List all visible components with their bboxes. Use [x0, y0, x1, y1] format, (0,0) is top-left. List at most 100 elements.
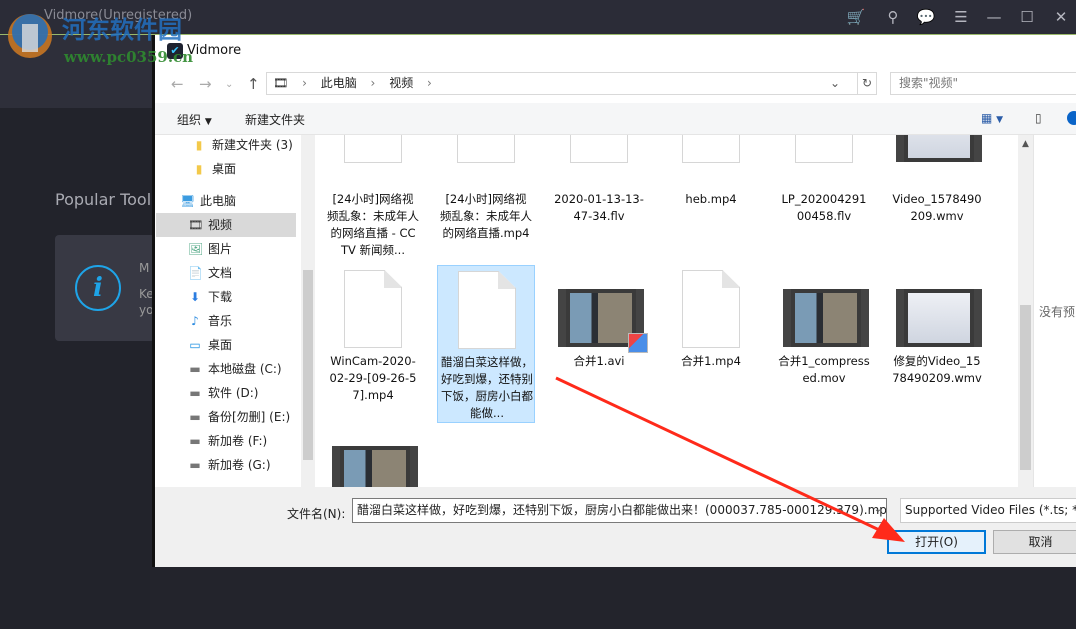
help-icon[interactable] [1067, 111, 1076, 125]
file-name: 合并1_compressed.mov [778, 354, 870, 385]
breadcrumb-separator-icon: › [302, 76, 307, 90]
nav-item[interactable]: ▮ 桌面 [156, 157, 296, 181]
nav-item[interactable]: ▬ 本地磁盘 (C:) [156, 357, 296, 381]
nav-item-label: 文档 [208, 266, 233, 280]
address-dropdown-icon[interactable]: ⌄ [830, 73, 840, 94]
feedback-icon[interactable]: 💬 [916, 8, 936, 26]
nav-scrollbar-thumb[interactable] [303, 270, 313, 460]
organize-label: 组织 [177, 113, 202, 127]
file-item[interactable]: 合并1_compressed.mov [775, 265, 873, 423]
file-name: 2020-01-13-13-47-34.flv [554, 192, 644, 223]
file-item[interactable]: [24小时]网络视频乱象：未成年人的网络直播.mp4 [437, 135, 535, 261]
up-icon[interactable]: ↑ [247, 75, 260, 93]
file-item[interactable]: Video_1578490209.wmv [888, 135, 986, 261]
file-name: 合并1.avi [573, 354, 625, 368]
nav-item[interactable]: ⬇ 下载 [156, 285, 296, 309]
file-item[interactable]: [24小时]网络视频乱象：未成年人的网络直播 - CCTV 新闻频... [324, 135, 422, 261]
file-name: [24小时]网络视频乱象：未成年人的网络直播 - CCTV 新闻频... [327, 192, 419, 257]
minimize-icon[interactable]: — [984, 8, 1004, 26]
scroll-up-icon[interactable]: ▲ [1018, 139, 1033, 149]
nav-item[interactable]: 🎞 视频 [156, 213, 296, 237]
video-thumbnail-icon [783, 289, 869, 347]
file-scrollbar-thumb[interactable] [1020, 305, 1031, 470]
nav-item[interactable]: 📄 文档 [156, 261, 296, 285]
nav-item-label: 软件 (D:) [208, 386, 259, 400]
nav-item[interactable]: 🖼 图片 [156, 237, 296, 261]
info-text: M [139, 261, 150, 275]
menu-icon[interactable]: ☰ [951, 8, 971, 26]
file-icon [570, 135, 628, 163]
video-library-icon: 🎞 [273, 76, 289, 90]
nav-item-label: 下载 [208, 290, 233, 304]
organize-button[interactable]: 组织 ▼ [177, 111, 212, 128]
nav-item[interactable]: ▬ 新加卷 (F:) [156, 429, 296, 453]
open-file-dialog: ✔ Vidmore ← → ⌄ ↑ 🎞 › 此电脑 › 视频 › ⌄ ↻ 搜索"… [152, 35, 1076, 567]
nav-item[interactable]: ▭ 桌面 [156, 333, 296, 357]
file-item[interactable]: heb.mp4 [662, 135, 760, 261]
forward-icon[interactable]: → [199, 75, 212, 93]
breadcrumb-this-pc[interactable]: 此电脑 [321, 76, 357, 90]
dropdown-icon: ▼ [204, 117, 212, 127]
computer-icon: 🖥 [180, 194, 196, 208]
file-item[interactable]: LP_20200429100458.flv [775, 135, 873, 261]
search-input[interactable]: 搜索"视频" [890, 72, 1076, 95]
download-icon: ⬇ [189, 290, 201, 304]
desktop-icon: ▭ [189, 338, 201, 352]
view-options-icon[interactable]: ▦ ▼ [981, 111, 1003, 125]
nav-item[interactable]: ♪ 音乐 [156, 309, 296, 333]
close-icon[interactable]: ✕ [1051, 8, 1071, 26]
nav-item[interactable]: ▮ 新建文件夹 (3) [156, 135, 296, 157]
filename-dropdown-icon[interactable]: ⌄ [869, 498, 887, 523]
open-button[interactable]: 打开(O) [887, 530, 986, 554]
cart-icon[interactable]: 🛒 [846, 8, 866, 26]
popular-tools-heading: Popular Tools [55, 190, 160, 209]
info-icon: i [75, 265, 121, 311]
breadcrumb-separator-icon: › [370, 76, 376, 90]
music-icon: ♪ [191, 314, 199, 328]
file-icon [682, 135, 740, 163]
file-item[interactable]: 合并1.avi [550, 265, 648, 423]
file-item[interactable]: WinCam-2020-02-29-[09-26-57].mp4 [324, 265, 422, 423]
info-card[interactable]: i M Ke yo [55, 235, 155, 341]
nav-item[interactable]: ▬ 备份[勿删] (E:) [156, 405, 296, 429]
back-icon[interactable]: ← [171, 75, 184, 93]
nav-item[interactable]: 🖥 此电脑 [156, 189, 296, 213]
cancel-button[interactable]: 取消 [993, 530, 1076, 554]
maximize-icon[interactable]: ☐ [1017, 8, 1037, 26]
file-name: heb.mp4 [685, 192, 737, 206]
breadcrumb-videos[interactable]: 视频 [389, 76, 413, 90]
folder-icon: ▮ [195, 138, 203, 152]
nav-item[interactable]: ▬ 新加卷 (G:) [156, 453, 296, 477]
file-icon [344, 135, 402, 163]
drive-icon: ▬ [189, 458, 201, 472]
nav-item-label: 桌面 [208, 338, 233, 352]
file-item[interactable]: 醋溜白菜这样做，好吃到爆，还特别下饭，厨房小白都能做... [437, 265, 535, 423]
recent-chevron-icon[interactable]: ⌄ [225, 79, 233, 90]
nav-item-label: 备份[勿删] (E:) [208, 410, 291, 424]
refresh-icon[interactable]: ↻ [857, 72, 877, 95]
filename-input[interactable]: 醋溜白菜这样做，好吃到爆，还特别下饭，厨房小白都能做出来！(000037.785… [352, 498, 887, 523]
preview-pane: 没有预览 [1033, 135, 1076, 487]
nav-item-label: 本地磁盘 (C:) [208, 362, 282, 376]
dialog-titlebar: ✔ Vidmore [155, 35, 1076, 67]
new-folder-button[interactable]: 新建文件夹 [245, 111, 305, 128]
nav-item-label: 新建文件夹 (3) [212, 138, 293, 152]
file-icon [795, 135, 853, 163]
file-item[interactable]: 合并1.mp4 [662, 265, 760, 423]
nav-item-label: 新加卷 (G:) [208, 458, 271, 472]
video-thumbnail-icon [558, 289, 648, 353]
dialog-toolbar: 组织 ▼ 新建文件夹 ▦ ▼ ▯ [155, 103, 1076, 135]
file-name: LP_20200429100458.flv [781, 192, 867, 223]
address-bar[interactable]: 🎞 › 此电脑 › 视频 › ⌄ [266, 72, 877, 95]
key-icon[interactable]: ⚲ [883, 8, 903, 26]
file-item[interactable]: 自动修复合并1-1.AVI [324, 422, 422, 487]
file-item[interactable]: 修复的Video_1578490209.wmv [888, 265, 986, 423]
nav-item[interactable]: ▬ 软件 (D:) [156, 381, 296, 405]
file-item[interactable]: 2020-01-13-13-47-34.flv [550, 135, 648, 261]
preview-pane-icon[interactable]: ▯ [1035, 111, 1042, 125]
file-type-filter[interactable]: Supported Video Files (*.ts; * [900, 498, 1076, 523]
watermark-logo: 河东软件园 www.pc0359.cn [4, 4, 204, 66]
nav-item-label: 新加卷 (F:) [208, 434, 268, 448]
file-name: WinCam-2020-02-29-[09-26-57].mp4 [329, 354, 417, 402]
file-icon [344, 270, 402, 348]
